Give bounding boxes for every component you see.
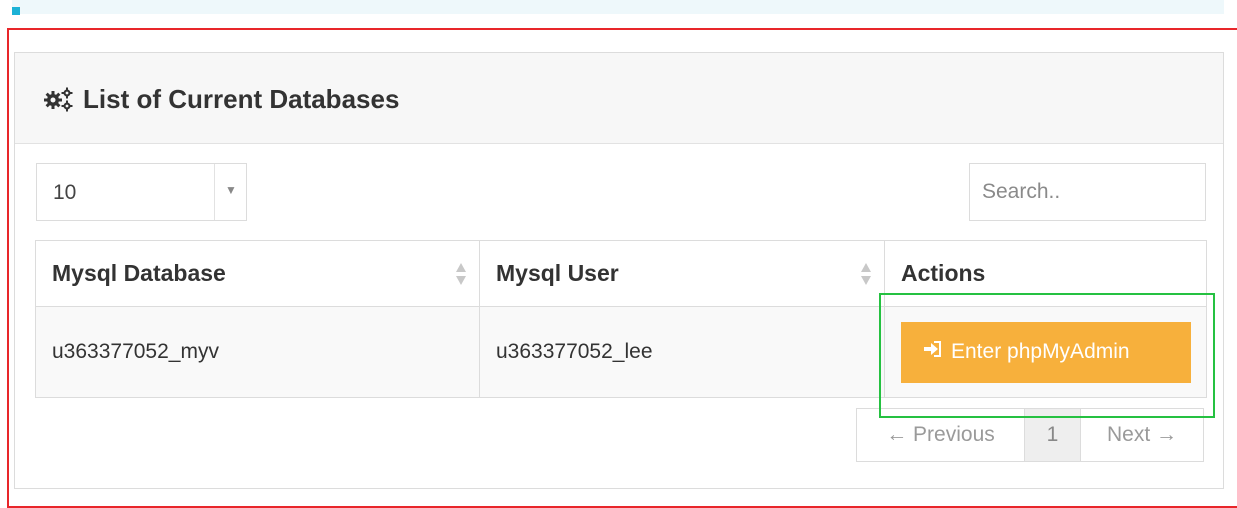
top-info-strip bbox=[12, 0, 1224, 14]
previous-page-button[interactable]: ← Previous bbox=[857, 409, 1025, 461]
search-input[interactable] bbox=[969, 163, 1206, 221]
top-strip-accent bbox=[12, 7, 20, 15]
table-row: u363377052_myv u363377052_lee Enter phpM… bbox=[35, 306, 1207, 398]
cell-actions: Enter phpMyAdmin bbox=[884, 306, 1207, 398]
pagination: ← Previous 1 Next → bbox=[856, 408, 1204, 462]
panel-title: List of Current Databases bbox=[43, 83, 399, 115]
panel-title-text: List of Current Databases bbox=[83, 83, 400, 114]
column-header-actions: Actions bbox=[884, 240, 1207, 307]
sign-in-icon bbox=[923, 340, 943, 364]
cell-user: u363377052_lee bbox=[479, 306, 885, 398]
sort-icon bbox=[455, 261, 467, 287]
next-page-button[interactable]: Next → bbox=[1081, 409, 1203, 461]
cell-database: u363377052_myv bbox=[35, 306, 480, 398]
panel-header: List of Current Databases bbox=[15, 53, 1223, 144]
sort-icon bbox=[860, 261, 872, 287]
enter-phpmyadmin-button[interactable]: Enter phpMyAdmin bbox=[901, 321, 1191, 383]
column-header-label: Actions bbox=[901, 260, 986, 286]
column-header-user[interactable]: Mysql User bbox=[479, 240, 885, 307]
page-length-select[interactable]: 10 ▼ bbox=[36, 163, 247, 221]
enter-phpmyadmin-label: Enter phpMyAdmin bbox=[951, 340, 1130, 363]
column-header-database[interactable]: Mysql Database bbox=[35, 240, 480, 307]
table-header-row: Mysql Database Mysql User Actions bbox=[35, 240, 1207, 307]
column-header-label: Mysql Database bbox=[52, 260, 226, 286]
gears-icon bbox=[43, 86, 75, 112]
page-number-button[interactable]: 1 bbox=[1025, 409, 1081, 461]
chevron-down-icon: ▼ bbox=[225, 183, 237, 197]
column-header-label: Mysql User bbox=[496, 260, 619, 286]
databases-table: Mysql Database Mysql User Actions u36337… bbox=[35, 240, 1207, 398]
select-divider bbox=[214, 164, 215, 220]
page-length-value: 10 bbox=[53, 181, 77, 204]
